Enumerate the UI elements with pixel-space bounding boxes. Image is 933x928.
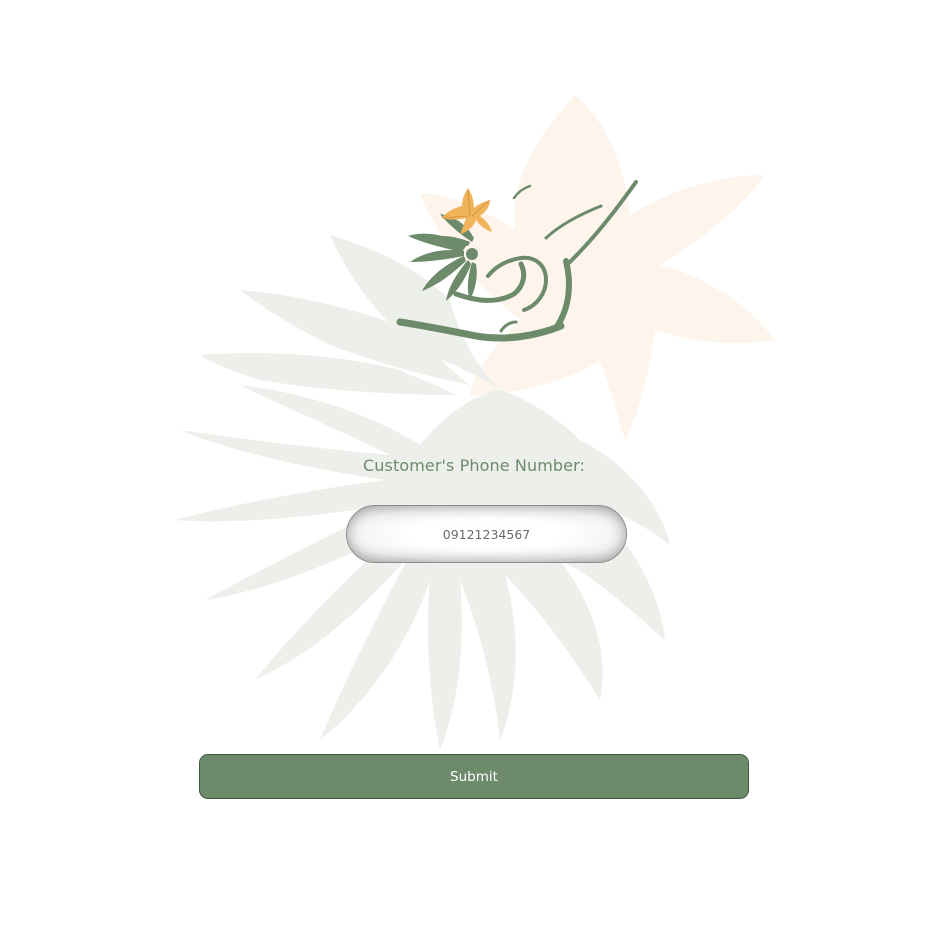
brand-logo-icon xyxy=(396,180,638,342)
submit-button[interactable]: Submit xyxy=(199,754,749,799)
phone-number-input[interactable] xyxy=(346,505,627,563)
phone-number-label: Customer's Phone Number: xyxy=(363,456,585,475)
phone-entry-page: Customer's Phone Number: Submit xyxy=(0,0,933,928)
